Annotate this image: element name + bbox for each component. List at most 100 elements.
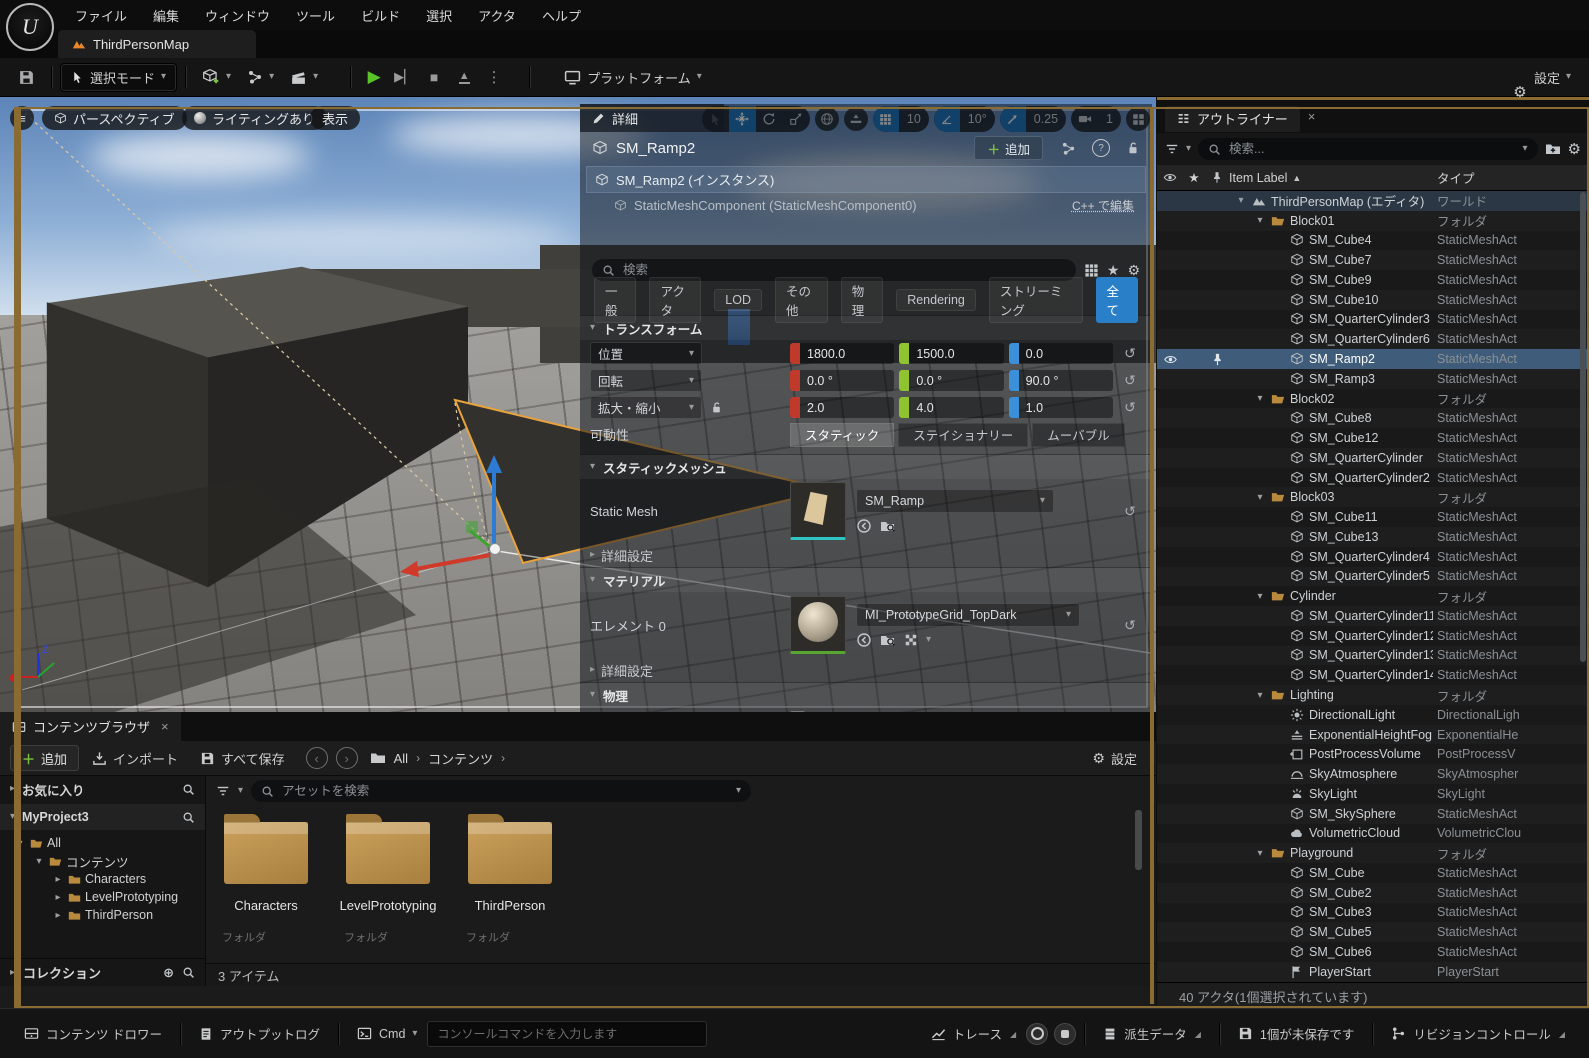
view-mode-button[interactable]: ライティングあり [182, 106, 327, 130]
console-command-input[interactable] [427, 1020, 708, 1047]
folder-tile[interactable]: LevelPrototyping フォルダ [340, 810, 436, 945]
save-all-button[interactable]: すべて保存 [191, 749, 294, 768]
menu-item[interactable]: 選択 [413, 6, 465, 25]
menu-item[interactable]: ウィンドウ [192, 6, 283, 25]
outliner-row[interactable]: SM_Cube StaticMeshAct [1157, 863, 1589, 883]
materials-advanced[interactable]: ▸ 詳細設定 [580, 658, 1152, 682]
expand-caret-icon[interactable]: ▾ [1254, 848, 1266, 859]
show-button[interactable]: 表示 [310, 106, 361, 130]
outliner-row[interactable]: SM_Cube8 StaticMeshAct [1157, 408, 1589, 429]
expand-caret-icon[interactable]: ▾ [1254, 393, 1266, 404]
expand-caret-icon[interactable]: ▾ [1254, 690, 1266, 701]
outliner-row[interactable]: SM_Cube10 StaticMeshAct [1157, 289, 1589, 310]
outliner-row[interactable]: PostProcessVolume PostProcessV [1157, 744, 1589, 764]
outliner-row[interactable]: SM_Cube4 StaticMeshAct [1157, 231, 1589, 251]
outliner-row[interactable]: SM_Cube12 StaticMeshAct [1157, 428, 1589, 448]
outliner-row[interactable]: SM_QuarterCylinder3 StaticMeshAct [1157, 310, 1589, 330]
scale-y-field[interactable]: 4.0 [899, 397, 1004, 418]
filter-icon[interactable] [216, 784, 230, 798]
back-icon[interactable]: ‹ [305, 747, 328, 769]
details-category-tab[interactable]: Rendering [896, 289, 976, 311]
new-folder-icon[interactable] [1545, 141, 1561, 157]
outliner-row[interactable]: ▾ Block02 フォルダ [1157, 389, 1589, 409]
skip-button[interactable]: ▶▏ [389, 64, 419, 90]
component-row-staticmesh[interactable]: StaticMeshComponent (StaticMeshComponent… [580, 193, 1152, 217]
outliner-row[interactable]: SM_QuarterCylinder StaticMeshAct [1157, 447, 1589, 468]
details-search-input[interactable] [621, 262, 1066, 278]
outliner-tab[interactable]: アウトライナー [1165, 105, 1300, 132]
details-category-tab[interactable]: ストリーミング [988, 277, 1083, 323]
scale-x-field[interactable]: 2.0 [790, 397, 895, 418]
level-tab[interactable]: ThirdPersonMap [58, 30, 256, 58]
folder-tree-item[interactable]: ▸ ThirdPerson [8, 906, 205, 924]
outliner-row[interactable]: ExponentialHeightFog ExponentialHe [1157, 724, 1589, 745]
add-actor-button[interactable]: ▾ [194, 64, 239, 90]
rotation-x-field[interactable]: 0.0 ° [790, 370, 895, 391]
material-combo[interactable]: MI_PrototypeGrid_TopDark ▾ [856, 602, 1080, 627]
outliner-scrollbar[interactable] [1580, 192, 1586, 662]
outliner-row[interactable]: ▾ Playground フォルダ [1157, 843, 1589, 864]
menu-item[interactable]: アクタ [465, 6, 529, 25]
add-collection-icon[interactable]: ⊕ [163, 965, 174, 981]
outliner-row[interactable]: VolumetricCloud VolumetricClou [1157, 824, 1589, 844]
gear-icon[interactable]: ⚙ [1568, 140, 1581, 158]
type-column[interactable]: タイプ [1433, 168, 1589, 187]
outliner-row[interactable]: ▾ Cylinder フォルダ [1157, 586, 1589, 606]
use-selected-asset-icon[interactable] [856, 632, 872, 648]
outliner-row[interactable]: SM_QuarterCylinder4 StaticMeshAct [1157, 547, 1589, 567]
close-icon[interactable]: × [1308, 109, 1316, 124]
reset-scale-button[interactable]: ↺ [1118, 399, 1142, 416]
play-options-button[interactable]: ⋮ [479, 64, 509, 90]
folder-tree-item[interactable]: ▾ All [8, 834, 205, 852]
stop-button[interactable]: ■ [419, 64, 449, 90]
section-physics[interactable]: ▾ 物理 [580, 682, 1152, 707]
asset-search[interactable]: ▾ [251, 780, 752, 802]
static-mesh-thumbnail[interactable] [790, 482, 846, 540]
viewport-menu-button[interactable]: ≡ [10, 106, 34, 130]
unreal-logo[interactable]: U [6, 3, 54, 51]
folder-tree-item[interactable]: ▸ Characters [8, 870, 205, 888]
add-asset-button[interactable]: ＋ 追加 [10, 745, 80, 771]
expand-caret-icon[interactable]: ▾ [1254, 591, 1266, 602]
material-thumbnail[interactable] [790, 596, 846, 654]
menu-item[interactable]: ビルド [348, 6, 413, 25]
outliner-row[interactable]: SM_QuarterCylinder2 StaticMeshAct [1157, 468, 1589, 488]
details-category-tab[interactable]: LOD [714, 289, 762, 311]
snapshot-button[interactable] [1054, 1022, 1077, 1045]
reset-static-mesh-button[interactable]: ↺ [1118, 503, 1142, 520]
output-log-button[interactable]: アウトプットログ [189, 1024, 330, 1043]
details-tab[interactable]: 詳細 [580, 104, 724, 132]
outliner-row[interactable]: SM_QuarterCylinder5 StaticMeshAct [1157, 566, 1589, 587]
mobility-option[interactable]: ムーバブル [1032, 422, 1125, 447]
play-button[interactable]: ▶ [359, 64, 389, 90]
reset-rotation-button[interactable]: ↺ [1118, 372, 1142, 389]
outliner-row[interactable]: SM_QuarterCylinder6 StaticMeshAct [1157, 329, 1589, 350]
details-category-tab[interactable]: その他 [774, 277, 828, 323]
outliner-row[interactable]: DirectionalLight DirectionalLigh [1157, 705, 1589, 725]
platforms-button[interactable]: プラットフォーム ▾ [556, 64, 710, 91]
folder-tile[interactable]: ThirdPerson フォルダ [462, 810, 558, 945]
blueprints-button[interactable]: ▾ [239, 65, 282, 89]
folder-tree-item[interactable]: ▾ コンテンツ [8, 852, 205, 870]
rotation-y-field[interactable]: 0.0 ° [899, 370, 1004, 391]
add-component-button[interactable]: ＋ 追加 [974, 136, 1043, 160]
location-z-field[interactable]: 0.0 [1008, 343, 1113, 364]
outliner-row[interactable]: ▾ Block03 フォルダ [1157, 487, 1589, 508]
material-options-icon[interactable] [904, 633, 918, 647]
collections-section[interactable]: ▸ コレクション ⊕ [0, 958, 205, 986]
use-selected-asset-icon[interactable] [856, 518, 872, 534]
details-category-tab[interactable]: 一般 [594, 277, 637, 323]
trace-button[interactable]: トレース ◢ [921, 1024, 1027, 1043]
gear-icon[interactable]: ⚙ [1127, 262, 1140, 279]
section-static-mesh[interactable]: ▾ スタティックメッシュ [580, 454, 1152, 479]
project-section[interactable]: ▾ MyProject3 [0, 804, 205, 830]
scale-lock-icon[interactable] [710, 401, 723, 414]
search-icon[interactable] [182, 811, 195, 824]
insights-button[interactable] [1026, 1022, 1049, 1045]
search-icon[interactable] [182, 966, 195, 979]
lock-open-icon[interactable] [1126, 141, 1140, 155]
expand-caret-icon[interactable]: ▾ [1254, 492, 1266, 503]
outliner-row[interactable]: SM_QuarterCylinder13 StaticMeshAct [1157, 645, 1589, 666]
asset-search-input[interactable] [280, 783, 730, 799]
outliner-search-input[interactable] [1227, 141, 1517, 157]
